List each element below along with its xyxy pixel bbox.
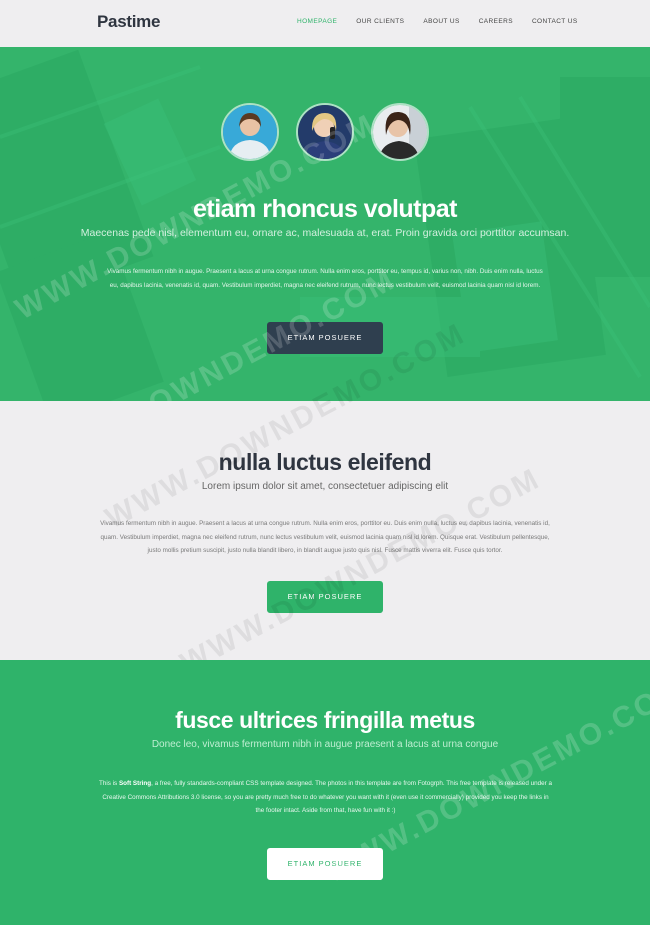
section-title: nulla luctus eleifend	[218, 449, 432, 475]
site-logo[interactable]: Pastime	[97, 12, 160, 32]
intro-section: nulla luctus eleifend Lorem ipsum dolor …	[0, 317, 650, 680]
avatar-woman-phone	[296, 103, 354, 161]
section-body-text: This is Soft String, a free, fully stand…	[98, 780, 553, 814]
hero-cta-button[interactable]: Etiam Posuere	[267, 322, 383, 354]
hero-subtitle: Maecenas pede nisl, elementum eu, ornare…	[80, 227, 570, 239]
nav-homepage[interactable]: Homepage	[297, 18, 337, 25]
section-cta-button[interactable]: Etiam Posuere	[267, 581, 383, 613]
nav-careers[interactable]: Careers	[479, 18, 513, 25]
watermark-text: WWW.DOWNDEMO.COM	[175, 461, 547, 681]
team-avatars	[0, 103, 650, 161]
hero-section: etiam rhoncus volutpat Maecenas pede nis…	[0, 47, 650, 401]
section-subtitle: Donec leo, vivamus fermentum nibh in aug…	[151, 739, 499, 750]
avatar-woman-1	[221, 103, 279, 161]
template-name-link[interactable]: Soft String	[119, 780, 151, 787]
site-header: Pastime Homepage Our Clients About Us Ca…	[0, 0, 650, 47]
nav-about-us[interactable]: About Us	[423, 18, 459, 25]
avatar-woman-2	[371, 103, 429, 161]
hero-title: etiam rhoncus volutpat	[192, 195, 458, 223]
about-section: fusce ultrices fringilla metus Donec leo…	[0, 660, 650, 925]
section-title: fusce ultrices fringilla metus	[175, 707, 475, 733]
hero-body-text: Vivamus fermentum nibh in augue. Praesen…	[107, 268, 543, 289]
main-nav: Homepage Our Clients About Us Careers Co…	[297, 18, 597, 25]
section-subtitle: Lorem ipsum dolor sit amet, consectetuer…	[201, 481, 449, 492]
section-body-text: Vivamus fermentum nibh in augue. Praesen…	[100, 520, 550, 554]
nav-our-clients[interactable]: Our Clients	[356, 18, 404, 25]
nav-contact-us[interactable]: Contact Us	[532, 18, 578, 25]
section-cta-button[interactable]: Etiam Posuere	[267, 848, 383, 880]
